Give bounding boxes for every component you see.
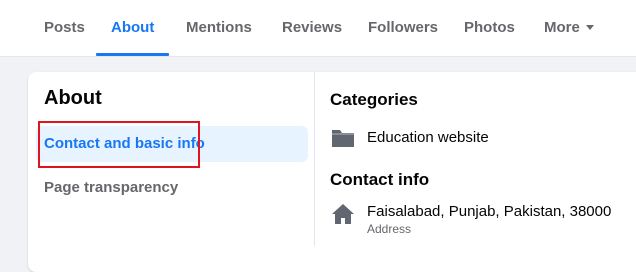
highlight-annotation-box	[38, 121, 200, 168]
category-education-website[interactable]: Education website	[367, 129, 489, 146]
caret-down-icon	[585, 25, 594, 30]
tab-posts[interactable]: Posts	[44, 0, 85, 56]
active-tab-indicator	[96, 53, 169, 56]
profile-tab-bar: Posts About Mentions Reviews Followers P…	[0, 0, 636, 57]
contact-info-heading: Contact info	[330, 170, 430, 189]
categories-heading: Categories	[330, 90, 418, 109]
sidebar-item-page-transparency[interactable]: Page transparency	[44, 179, 178, 196]
tab-more-label: More	[544, 19, 580, 36]
tab-more[interactable]: More	[544, 0, 594, 56]
tab-about[interactable]: About	[111, 0, 154, 56]
home-icon	[332, 204, 354, 224]
address-label: Address	[367, 222, 412, 236]
address-text[interactable]: Faisalabad, Punjab, Pakistan, 38000	[367, 203, 611, 220]
tab-photos[interactable]: Photos	[464, 0, 515, 56]
about-heading: About	[44, 87, 102, 109]
folder-icon	[332, 130, 354, 147]
tab-reviews[interactable]: Reviews	[282, 0, 342, 56]
tab-mentions[interactable]: Mentions	[186, 0, 252, 56]
tab-followers[interactable]: Followers	[368, 0, 438, 56]
card-divider	[314, 72, 315, 246]
